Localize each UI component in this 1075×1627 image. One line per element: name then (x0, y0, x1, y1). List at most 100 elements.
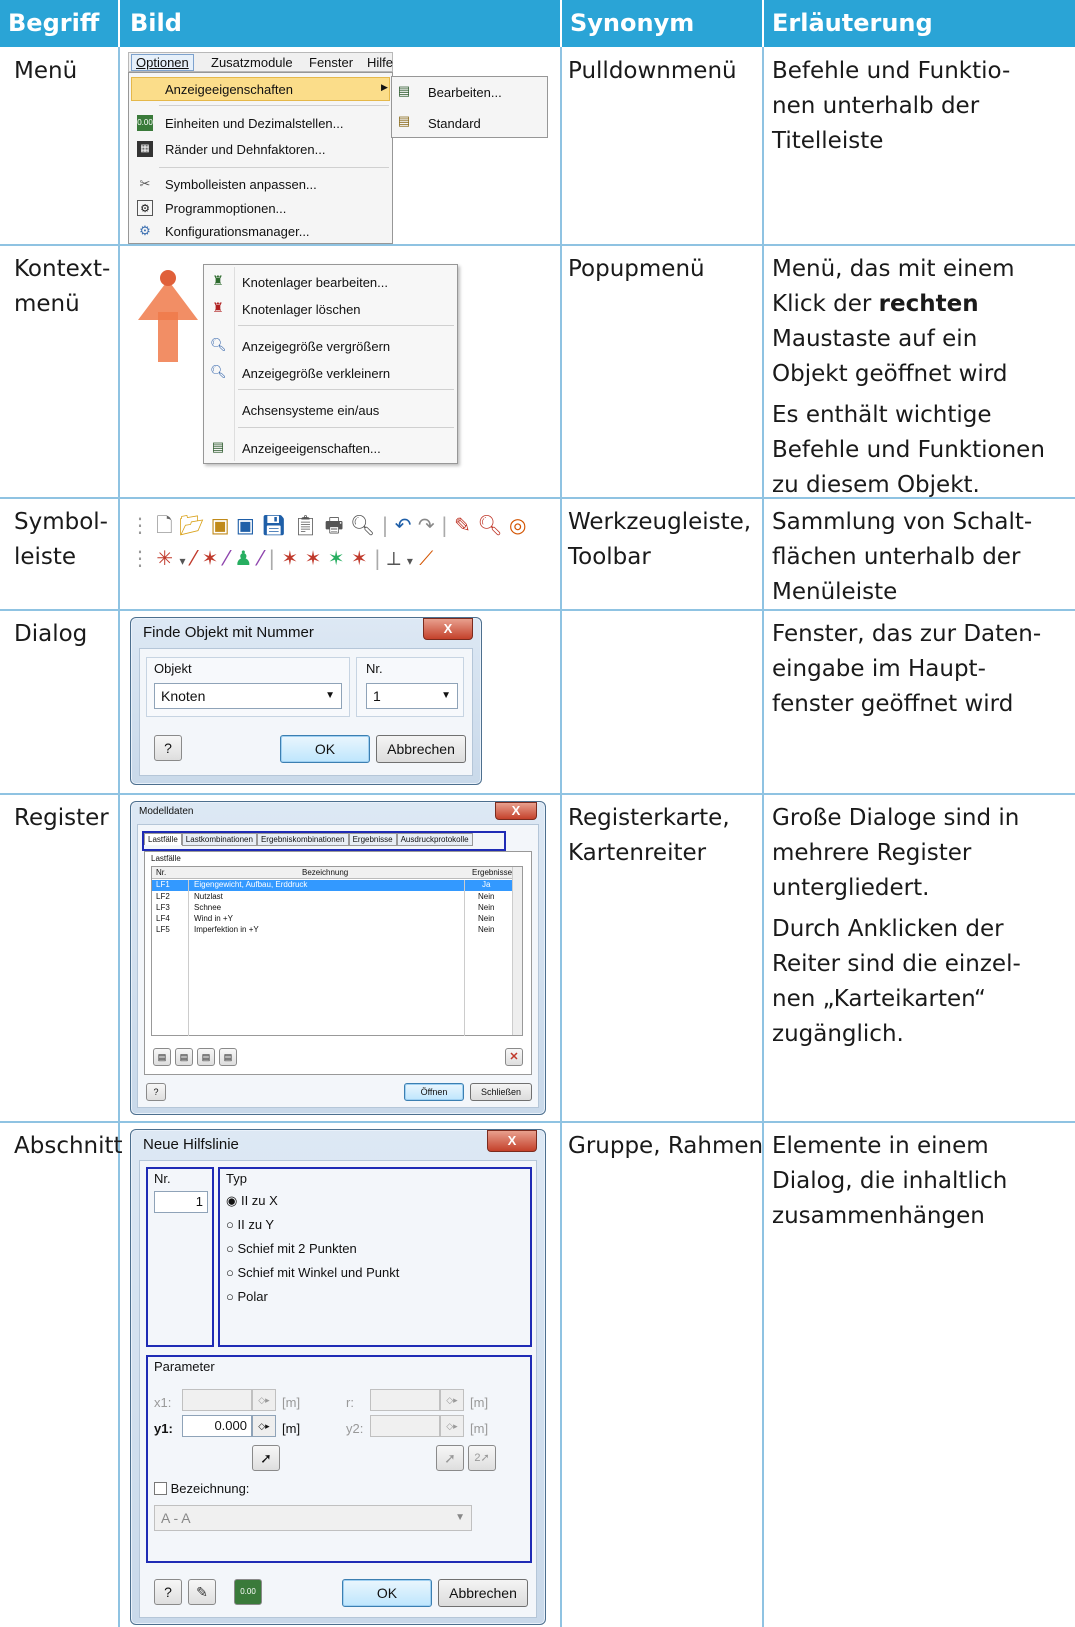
search-icon[interactable]: 🔍︎ (477, 513, 502, 537)
comment-button[interactable]: ✎ (188, 1579, 216, 1605)
delete-button[interactable]: ✕ (505, 1048, 523, 1066)
edit-icon[interactable]: ✎ (454, 513, 471, 537)
context-item-achsensysteme[interactable]: Achsensysteme ein/aus (242, 403, 379, 418)
pick-two-points-button[interactable]: 2➚ (468, 1445, 496, 1471)
nr-select[interactable]: 1 ▼ (366, 683, 458, 709)
menu-fenster[interactable]: Fenster (309, 55, 353, 70)
close-button[interactable]: X (423, 618, 473, 640)
table-row[interactable]: LF1 Eigengewicht, Aufbau, Erddruck Ja (152, 880, 512, 891)
context-item-vergroessern[interactable]: Anzeigegröße vergrößern (242, 339, 390, 354)
r-input[interactable] (370, 1389, 440, 1411)
header-synonym: Synonym (562, 0, 762, 47)
objekt-select[interactable]: Knoten ▼ (154, 683, 342, 709)
cancel-button[interactable]: Abbrechen (376, 735, 466, 763)
units-button[interactable]: 0.00 (234, 1579, 262, 1605)
bezeichnung-select[interactable]: A - A ▼ (154, 1505, 472, 1531)
section-results-icon[interactable]: ⟋ (419, 546, 433, 570)
node-icon[interactable]: ✳ (156, 546, 173, 570)
radio-parallel-y[interactable]: ○ II zu Y (226, 1217, 274, 1232)
help-button[interactable]: ? (146, 1083, 166, 1101)
radio-two-points[interactable]: ○ Schief mit 2 Punkten (226, 1241, 357, 1256)
nr-input[interactable]: 1 (154, 1191, 208, 1213)
open-button[interactable]: Öffnen (404, 1083, 464, 1101)
import-button[interactable]: ▤ (219, 1048, 237, 1066)
table-row[interactable]: LF3 Schnee Nein (152, 903, 512, 914)
dropdown-arrow-icon[interactable]: ▾ (407, 554, 413, 568)
x1-input[interactable] (182, 1389, 252, 1411)
bezeichnung-checkbox[interactable]: Bezeichnung: (154, 1481, 249, 1496)
y1-spinner[interactable]: ◇▸ (252, 1415, 276, 1437)
radio-icon: ○ (226, 1265, 234, 1280)
y2-input[interactable] (370, 1415, 440, 1437)
close-button[interactable]: X (495, 802, 537, 820)
dropdown-arrow-icon[interactable]: ▾ (179, 554, 185, 568)
close-button[interactable]: X (487, 1130, 537, 1152)
target-icon[interactable]: ◎ (509, 513, 526, 537)
context-item-loeschen[interactable]: Knotenlager löschen (242, 302, 361, 317)
copy-loadcase-button[interactable]: ▤ (175, 1048, 193, 1066)
submenu-arrow-icon: ▶ (381, 82, 388, 92)
row-divider (0, 244, 1075, 246)
new-file-icon[interactable]: 🗋︎ (156, 513, 172, 537)
context-item-verkleinern[interactable]: Anzeigegröße verkleinern (242, 366, 390, 381)
chevron-down-icon: ▼ (325, 690, 335, 701)
support-icon[interactable]: ♟ (234, 546, 252, 570)
open-model-icon[interactable]: ▣ (211, 513, 230, 537)
load-icon[interactable]: ✶ (282, 546, 299, 570)
model-icon[interactable]: ▣ (236, 513, 255, 537)
menu-item-symbolleisten[interactable]: Symbolleisten anpassen... (165, 177, 317, 192)
table-row[interactable]: LF2 Nutzlast Nein (152, 892, 512, 903)
ok-button[interactable]: OK (280, 735, 370, 763)
column-divider (464, 880, 465, 1036)
menu-hilfe[interactable]: Hilfe (367, 55, 393, 70)
line-icon[interactable]: ⁄ (225, 546, 228, 570)
y2-spinner[interactable]: ◇▸ (440, 1415, 464, 1437)
redo-icon[interactable]: ↷ (418, 513, 435, 537)
clipboard-icon[interactable]: 📋︎ (293, 513, 318, 537)
menu-item-einheiten[interactable]: Einheiten und Dezimalstellen... (165, 116, 344, 131)
pick-point-button[interactable]: ➚ (252, 1445, 280, 1471)
ok-button[interactable]: OK (342, 1579, 432, 1607)
menu-item-raender[interactable]: Ränder und Dehnfaktoren... (165, 142, 325, 157)
help-button[interactable]: ? (154, 1579, 182, 1605)
pick-point-2-button[interactable]: ➚ (436, 1445, 464, 1471)
member-icon[interactable]: ⁄ (192, 546, 195, 570)
table-row[interactable]: LF4 Wind in +Y Nein (152, 914, 512, 925)
context-item-bearbeiten[interactable]: Knotenlager bearbeiten... (242, 275, 388, 290)
menu-item-konfigurationsmanager[interactable]: Konfigurationsmanager... (165, 224, 310, 239)
load-member-icon[interactable]: ✶ (305, 546, 322, 570)
radio-angle-point[interactable]: ○ Schief mit Winkel und Punkt (226, 1265, 399, 1280)
synonym-symbolleiste: Werkzeugleiste, Toolbar (568, 509, 752, 570)
radio-polar[interactable]: ○ Polar (226, 1289, 268, 1304)
open-folder-icon[interactable]: 📂︎ (179, 513, 204, 537)
load-surface-icon[interactable]: ✶ (328, 546, 345, 570)
cancel-button[interactable]: Abbrechen (438, 1579, 528, 1607)
print-icon[interactable]: 🖶 (325, 513, 344, 537)
save-icon[interactable]: 💾︎ (261, 513, 286, 537)
new-loadcase-button[interactable]: ▤ (153, 1048, 171, 1066)
x1-spinner[interactable]: ◇▸ (252, 1389, 276, 1411)
menu-zusatzmodule[interactable]: Zusatzmodule (211, 55, 293, 70)
close-dialog-button[interactable]: Schließen (470, 1083, 532, 1101)
submenu-item-bearbeiten[interactable]: Bearbeiten... (428, 85, 502, 100)
load-line-icon[interactable]: ✶ (351, 546, 368, 570)
table-row[interactable]: LF5 Imperfektion in +Y Nein (152, 925, 512, 936)
print-preview-icon[interactable]: 🔍︎ (350, 513, 375, 537)
results-icon[interactable]: ⟂ (387, 546, 400, 570)
y1-input[interactable]: 0.000 (182, 1415, 252, 1437)
tab-content: Lastfälle Nr. Bezeichnung Ergebnisse LF1… (144, 851, 532, 1075)
submenu-item-standard[interactable]: Standard (428, 116, 481, 131)
hinge-icon[interactable]: ⁄ (259, 546, 262, 570)
r-spinner[interactable]: ◇▸ (440, 1389, 464, 1411)
vertical-scrollbar[interactable] (512, 867, 522, 1035)
undo-icon[interactable]: ↶ (395, 513, 412, 537)
menu-optionen[interactable]: Optionen (131, 54, 194, 71)
renumber-button[interactable]: ▤ (197, 1048, 215, 1066)
menu-item-programmoptionen[interactable]: Programmoptionen... (165, 201, 286, 216)
header-bild: Bild (120, 0, 560, 47)
radio-parallel-x[interactable]: ◉ II zu X (226, 1193, 278, 1209)
help-button[interactable]: ? (154, 735, 182, 761)
r-label: r: (346, 1395, 354, 1410)
surface-icon[interactable]: ✶ (202, 546, 219, 570)
context-item-anzeigeeigenschaften[interactable]: Anzeigeeigenschaften... (242, 441, 381, 456)
